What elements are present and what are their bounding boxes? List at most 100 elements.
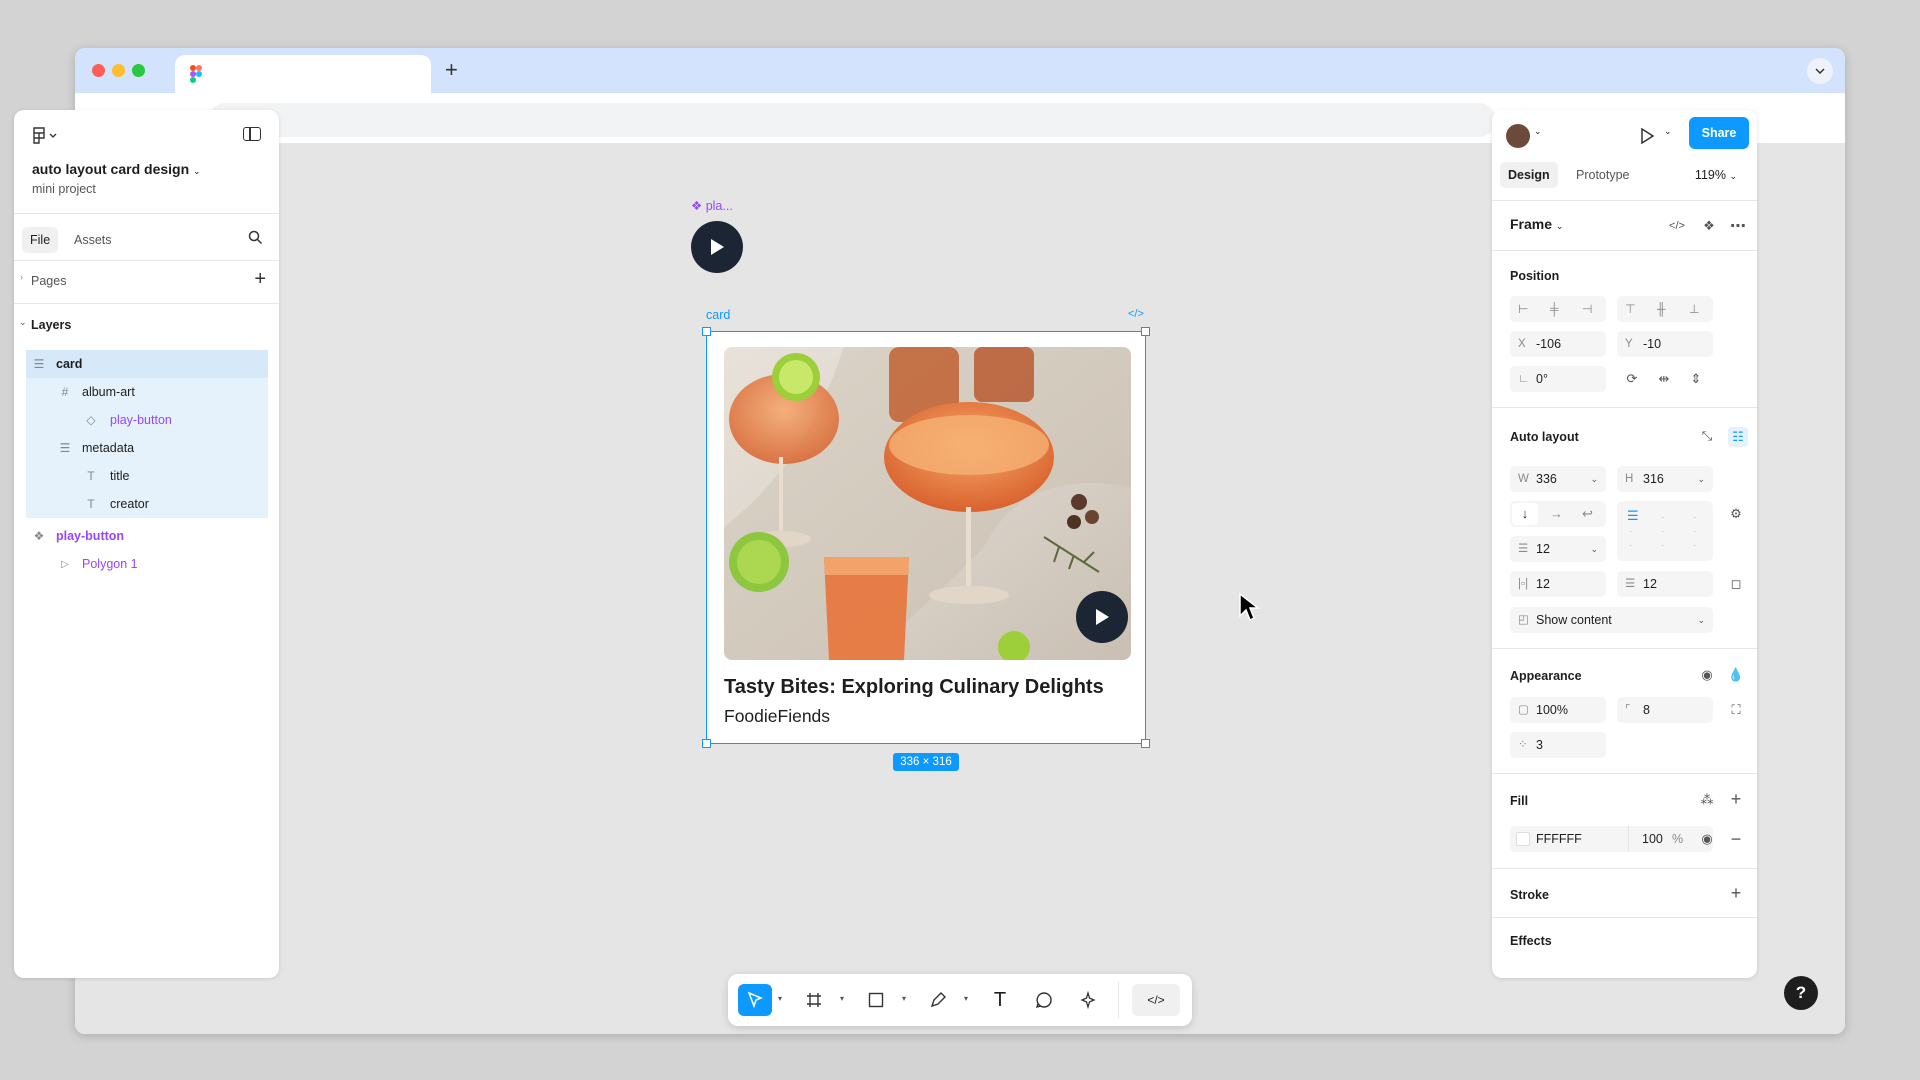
- sidebar-toggle-icon[interactable]: [243, 127, 261, 141]
- align-left-icon[interactable]: ⊢: [1518, 296, 1528, 322]
- shape-tool[interactable]: [860, 984, 892, 1016]
- align-bottom-icon[interactable]: ⊥: [1689, 296, 1699, 322]
- new-tab-button[interactable]: +: [445, 57, 458, 83]
- layer-metadata[interactable]: ☰ metadata: [26, 434, 268, 462]
- chevron-down-icon[interactable]: ▾: [902, 994, 906, 1003]
- more-options-icon[interactable]: ⋯: [1730, 218, 1746, 235]
- pen-tool[interactable]: [922, 984, 954, 1016]
- y-position-field[interactable]: Y -10: [1617, 331, 1713, 357]
- alignment-grid[interactable]: ☰ · · · · · · · ·: [1617, 501, 1713, 561]
- project-title[interactable]: auto layout card design ⌄: [32, 161, 201, 177]
- chevron-down-icon[interactable]: ⌄: [1664, 126, 1672, 137]
- card-creator[interactable]: FoodieFiends: [724, 706, 830, 727]
- align-dot-icon[interactable]: ·: [1693, 533, 1696, 559]
- code-icon[interactable]: </>: [1128, 308, 1144, 320]
- individual-padding-icon[interactable]: ◻: [1728, 576, 1744, 592]
- gap-field[interactable]: ☰ 12 ⌄: [1510, 536, 1606, 562]
- horizontal-padding-field[interactable]: |▫| 12: [1510, 571, 1606, 597]
- add-fill-icon[interactable]: +: [1728, 789, 1744, 809]
- album-art[interactable]: [724, 347, 1131, 660]
- dev-mode-toggle[interactable]: </>: [1132, 984, 1180, 1016]
- blend-mode-icon[interactable]: 💧: [1728, 667, 1744, 683]
- layer-play-button-instance[interactable]: ◇ play-button: [26, 406, 268, 434]
- suggest-auto-layout-icon[interactable]: ⤡: [1699, 428, 1715, 444]
- layer-title[interactable]: T title: [26, 462, 268, 490]
- pages-section[interactable]: › Pages +: [14, 268, 279, 294]
- eye-icon[interactable]: ◉: [1699, 667, 1715, 683]
- address-bar[interactable]: [208, 103, 1496, 137]
- resize-handle[interactable]: [1141, 739, 1150, 748]
- align-right-icon[interactable]: ⊣: [1582, 296, 1592, 322]
- remove-auto-layout-icon[interactable]: ☷: [1728, 427, 1748, 447]
- tab-search-button[interactable]: [1807, 58, 1833, 84]
- align-center-h-icon[interactable]: ╪: [1550, 296, 1559, 322]
- align-dot-icon[interactable]: ·: [1661, 533, 1664, 559]
- help-button[interactable]: ?: [1784, 976, 1818, 1010]
- chevron-down-icon[interactable]: ▾: [964, 994, 968, 1003]
- layer-album-art[interactable]: # album-art: [26, 378, 268, 406]
- main-menu-button[interactable]: [32, 127, 57, 145]
- frame-tool[interactable]: [798, 984, 830, 1016]
- layer-play-button-component[interactable]: ❖ play-button: [26, 522, 268, 550]
- zoom-dropdown[interactable]: 119% ⌄: [1695, 168, 1737, 182]
- text-tool[interactable]: T: [984, 984, 1016, 1016]
- horizontal-align-group[interactable]: ⊢ ╪ ⊣: [1510, 296, 1606, 322]
- add-stroke-icon[interactable]: +: [1728, 883, 1744, 903]
- color-swatch[interactable]: [1516, 832, 1530, 846]
- avatar[interactable]: [1506, 124, 1530, 148]
- resize-handle[interactable]: [702, 327, 711, 336]
- share-button[interactable]: Share: [1689, 117, 1749, 149]
- card-title[interactable]: Tasty Bites: Exploring Culinary Delights: [724, 676, 1104, 699]
- maximize-window-button[interactable]: [132, 64, 145, 77]
- eye-icon[interactable]: ◉: [1699, 831, 1715, 847]
- chevron-down-icon[interactable]: ▾: [840, 994, 844, 1003]
- tab-prototype[interactable]: Prototype: [1568, 162, 1638, 188]
- vertical-padding-field[interactable]: ☰ 12: [1617, 571, 1713, 597]
- layer-card[interactable]: ☰ card: [26, 350, 268, 378]
- independent-corners-icon[interactable]: ⛶: [1728, 702, 1744, 718]
- corner-radius-field[interactable]: ⌜ 8: [1617, 697, 1713, 723]
- card-frame[interactable]: Tasty Bites: Exploring Culinary Delights…: [702, 327, 1150, 748]
- card-frame-label[interactable]: card: [706, 308, 730, 322]
- arrow-right-icon[interactable]: →: [1550, 501, 1563, 527]
- layers-section[interactable]: ⌄ Layers: [14, 312, 279, 338]
- close-window-button[interactable]: [92, 64, 105, 77]
- styles-grid-icon[interactable]: ⁂: [1699, 792, 1715, 808]
- rotate-icon[interactable]: ⟳: [1624, 371, 1640, 387]
- move-tool[interactable]: [738, 984, 772, 1016]
- tab-file[interactable]: File: [22, 227, 59, 253]
- align-top-icon[interactable]: ⊤: [1625, 296, 1635, 322]
- width-field[interactable]: W 336 ⌄: [1510, 466, 1606, 492]
- present-icon[interactable]: [1640, 128, 1654, 144]
- layer-polygon-1[interactable]: ▷ Polygon 1: [26, 550, 268, 578]
- tab-assets[interactable]: Assets: [66, 227, 120, 253]
- remove-fill-icon[interactable]: −: [1728, 829, 1744, 849]
- fill-color-field[interactable]: FFFFFF 100 %: [1510, 826, 1713, 852]
- browser-tab[interactable]: [175, 55, 431, 93]
- x-position-field[interactable]: X -106: [1510, 331, 1606, 357]
- rotation-field[interactable]: ∟ 0°: [1510, 366, 1606, 392]
- comment-tool[interactable]: [1028, 984, 1060, 1016]
- align-dot-icon[interactable]: ·: [1629, 533, 1632, 559]
- play-button[interactable]: [1076, 591, 1128, 643]
- minimize-window-button[interactable]: [112, 64, 125, 77]
- corner-smoothing-field[interactable]: ⁘ 3: [1510, 732, 1606, 758]
- resize-handle[interactable]: [1141, 327, 1150, 336]
- chevron-down-icon[interactable]: ⌄: [1697, 466, 1705, 492]
- layer-type-dropdown[interactable]: Frame ⌄: [1510, 216, 1563, 232]
- actions-tool[interactable]: [1072, 984, 1104, 1016]
- flip-vertical-icon[interactable]: ⇕: [1688, 371, 1704, 387]
- tab-design[interactable]: Design: [1500, 162, 1558, 188]
- flip-horizontal-icon[interactable]: ⇹: [1656, 371, 1672, 387]
- wrap-icon[interactable]: ↩: [1582, 501, 1593, 527]
- layer-creator[interactable]: T creator: [26, 490, 268, 518]
- component-icon[interactable]: ❖: [1701, 218, 1717, 234]
- chevron-down-icon[interactable]: ⌄: [1590, 466, 1598, 492]
- search-icon[interactable]: [248, 230, 263, 245]
- layout-settings-icon[interactable]: ⚙: [1728, 506, 1744, 522]
- direction-group[interactable]: ↓ → ↩: [1510, 501, 1606, 527]
- play-button-frame-label[interactable]: ❖ pla...: [691, 198, 733, 213]
- arrow-down-icon[interactable]: ↓: [1512, 503, 1538, 525]
- code-icon[interactable]: </>: [1669, 218, 1685, 234]
- add-page-icon[interactable]: +: [254, 268, 266, 291]
